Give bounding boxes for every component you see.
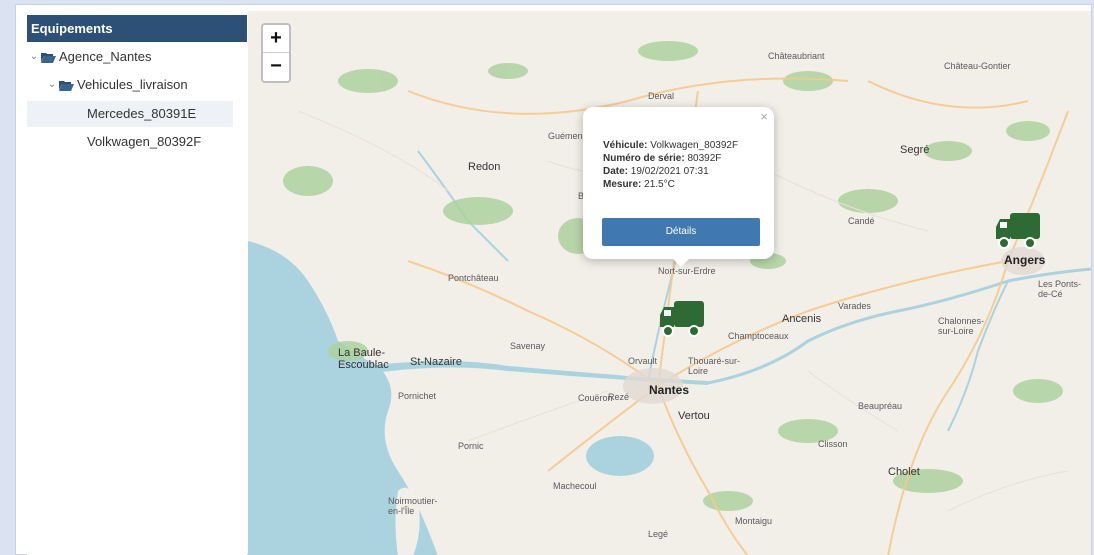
zoom-in-button[interactable]: + bbox=[263, 25, 289, 53]
map-label-nantes: Nantes bbox=[649, 383, 690, 397]
truck-marker-icon[interactable] bbox=[994, 211, 1042, 251]
map-label-pornichet: Pornichet bbox=[398, 391, 437, 401]
map-label-ponts-de-ce: Les Ponts-de-Cé bbox=[1038, 279, 1082, 299]
map-view[interactable]: Nantes Angers Ancenis Cholet Segré Châte… bbox=[248, 11, 1091, 555]
map-label-savenay: Savenay bbox=[510, 341, 546, 351]
map-label-machecoul: Machecoul bbox=[553, 481, 597, 491]
details-button[interactable]: Détails bbox=[602, 218, 760, 246]
map-label-angers: Angers bbox=[1004, 253, 1046, 267]
map-label-chateau-gontier: Château-Gontier bbox=[944, 61, 1011, 71]
map-label-montaigu: Montaigu bbox=[735, 516, 773, 526]
map-label-clisson: Clisson bbox=[818, 439, 848, 449]
map-label-ancenis: Ancenis bbox=[782, 313, 822, 325]
map-label-noirmoutier: Noirmoutier-en-l'Île bbox=[388, 496, 438, 516]
map-label-redon: Redon bbox=[468, 161, 501, 173]
map-label-chateaubriant: Châteaubriant bbox=[768, 51, 825, 61]
map-label-beaupreau: Beaupréau bbox=[858, 401, 903, 411]
tree-item-volkwagen[interactable]: Volkwagen_80392F bbox=[87, 129, 201, 155]
map-label-cande: Candé bbox=[848, 216, 875, 226]
map-label-varades: Varades bbox=[838, 301, 871, 311]
tree-label-mercedes: Mercedes_80391E bbox=[87, 106, 197, 121]
map-label-pontchateau: Pontchâteau bbox=[448, 273, 499, 283]
zoom-out-button[interactable]: − bbox=[263, 53, 289, 81]
map-label-la-baule: La Baule-Escoublac bbox=[338, 347, 389, 371]
tree-label-agence: Agence_Nantes bbox=[59, 49, 152, 64]
sidebar-header: Equipements bbox=[27, 15, 247, 42]
map-label-cholet: Cholet bbox=[888, 466, 920, 478]
close-icon[interactable]: × bbox=[760, 109, 768, 124]
truck-marker-icon[interactable] bbox=[658, 299, 706, 339]
tree-label-vehicules: Vehicules_livraison bbox=[77, 77, 188, 92]
popup-tip bbox=[671, 257, 691, 267]
vehicule-value: Volkwagen_80392F bbox=[650, 140, 739, 151]
chevron-down-icon[interactable]: ⌄ bbox=[47, 72, 57, 98]
map-label-lege: Legé bbox=[648, 529, 669, 539]
popup-details: Véhicule: Volkwagen_80392F Numéro de sér… bbox=[603, 139, 738, 191]
map-label-orvault: Orvault bbox=[628, 356, 658, 366]
popup-row-mesure: Mesure: 21.5°C bbox=[603, 178, 738, 191]
app-frame: Equipements ⌄ Agence_Nantes ⌄ Vehicules_… bbox=[15, 4, 1092, 555]
serie-value: 80392F bbox=[687, 153, 722, 164]
zoom-control: + − bbox=[261, 23, 291, 83]
folder-open-icon bbox=[59, 80, 74, 91]
tree-item-mercedes[interactable]: Mercedes_80391E bbox=[27, 101, 233, 127]
map-label-pornic: Pornic bbox=[458, 441, 484, 451]
map-label-segre: Segré bbox=[900, 144, 930, 156]
tree-label-volkwagen: Volkwagen_80392F bbox=[87, 134, 202, 149]
vehicule-label: Véhicule: bbox=[603, 140, 648, 151]
map-label-coueron: Couëron bbox=[578, 393, 613, 403]
chevron-down-icon[interactable]: ⌄ bbox=[29, 44, 39, 70]
mesure-label: Mesure: bbox=[603, 179, 642, 190]
map-label-derval: Derval bbox=[648, 91, 675, 101]
popup-row-date: Date: 19/02/2021 07:31 bbox=[603, 165, 738, 178]
date-value: 19/02/2021 07:31 bbox=[630, 166, 709, 177]
mesure-value: 21.5°C bbox=[644, 179, 675, 190]
folder-open-icon bbox=[41, 52, 56, 63]
popup-row-vehicule: Véhicule: Volkwagen_80392F bbox=[603, 139, 738, 152]
map-label-champtoceaux: Champtoceaux bbox=[728, 331, 789, 341]
map-label-st-nazaire: St-Nazaire bbox=[410, 356, 462, 368]
map-label-nort: Nort-sur-Erdre bbox=[658, 266, 716, 276]
map-label-vertou: Vertou bbox=[678, 410, 710, 422]
tree-node-agence[interactable]: ⌄ Agence_Nantes bbox=[29, 44, 152, 70]
map-label-chalonnes: Chalonnes-sur-Loire bbox=[938, 316, 985, 336]
serie-label: Numéro de série: bbox=[603, 153, 685, 164]
map-label-thouare: Thouaré-sur-Loire bbox=[688, 356, 741, 376]
tree-node-vehicules[interactable]: ⌄ Vehicules_livraison bbox=[47, 72, 188, 98]
date-label: Date: bbox=[603, 166, 629, 177]
popup-row-serie: Numéro de série: 80392F bbox=[603, 152, 738, 165]
vehicle-popup: × Véhicule: Volkwagen_80392F Numéro de s… bbox=[583, 107, 774, 267]
equipment-sidebar: Equipements ⌄ Agence_Nantes ⌄ Vehicules_… bbox=[27, 15, 247, 555]
